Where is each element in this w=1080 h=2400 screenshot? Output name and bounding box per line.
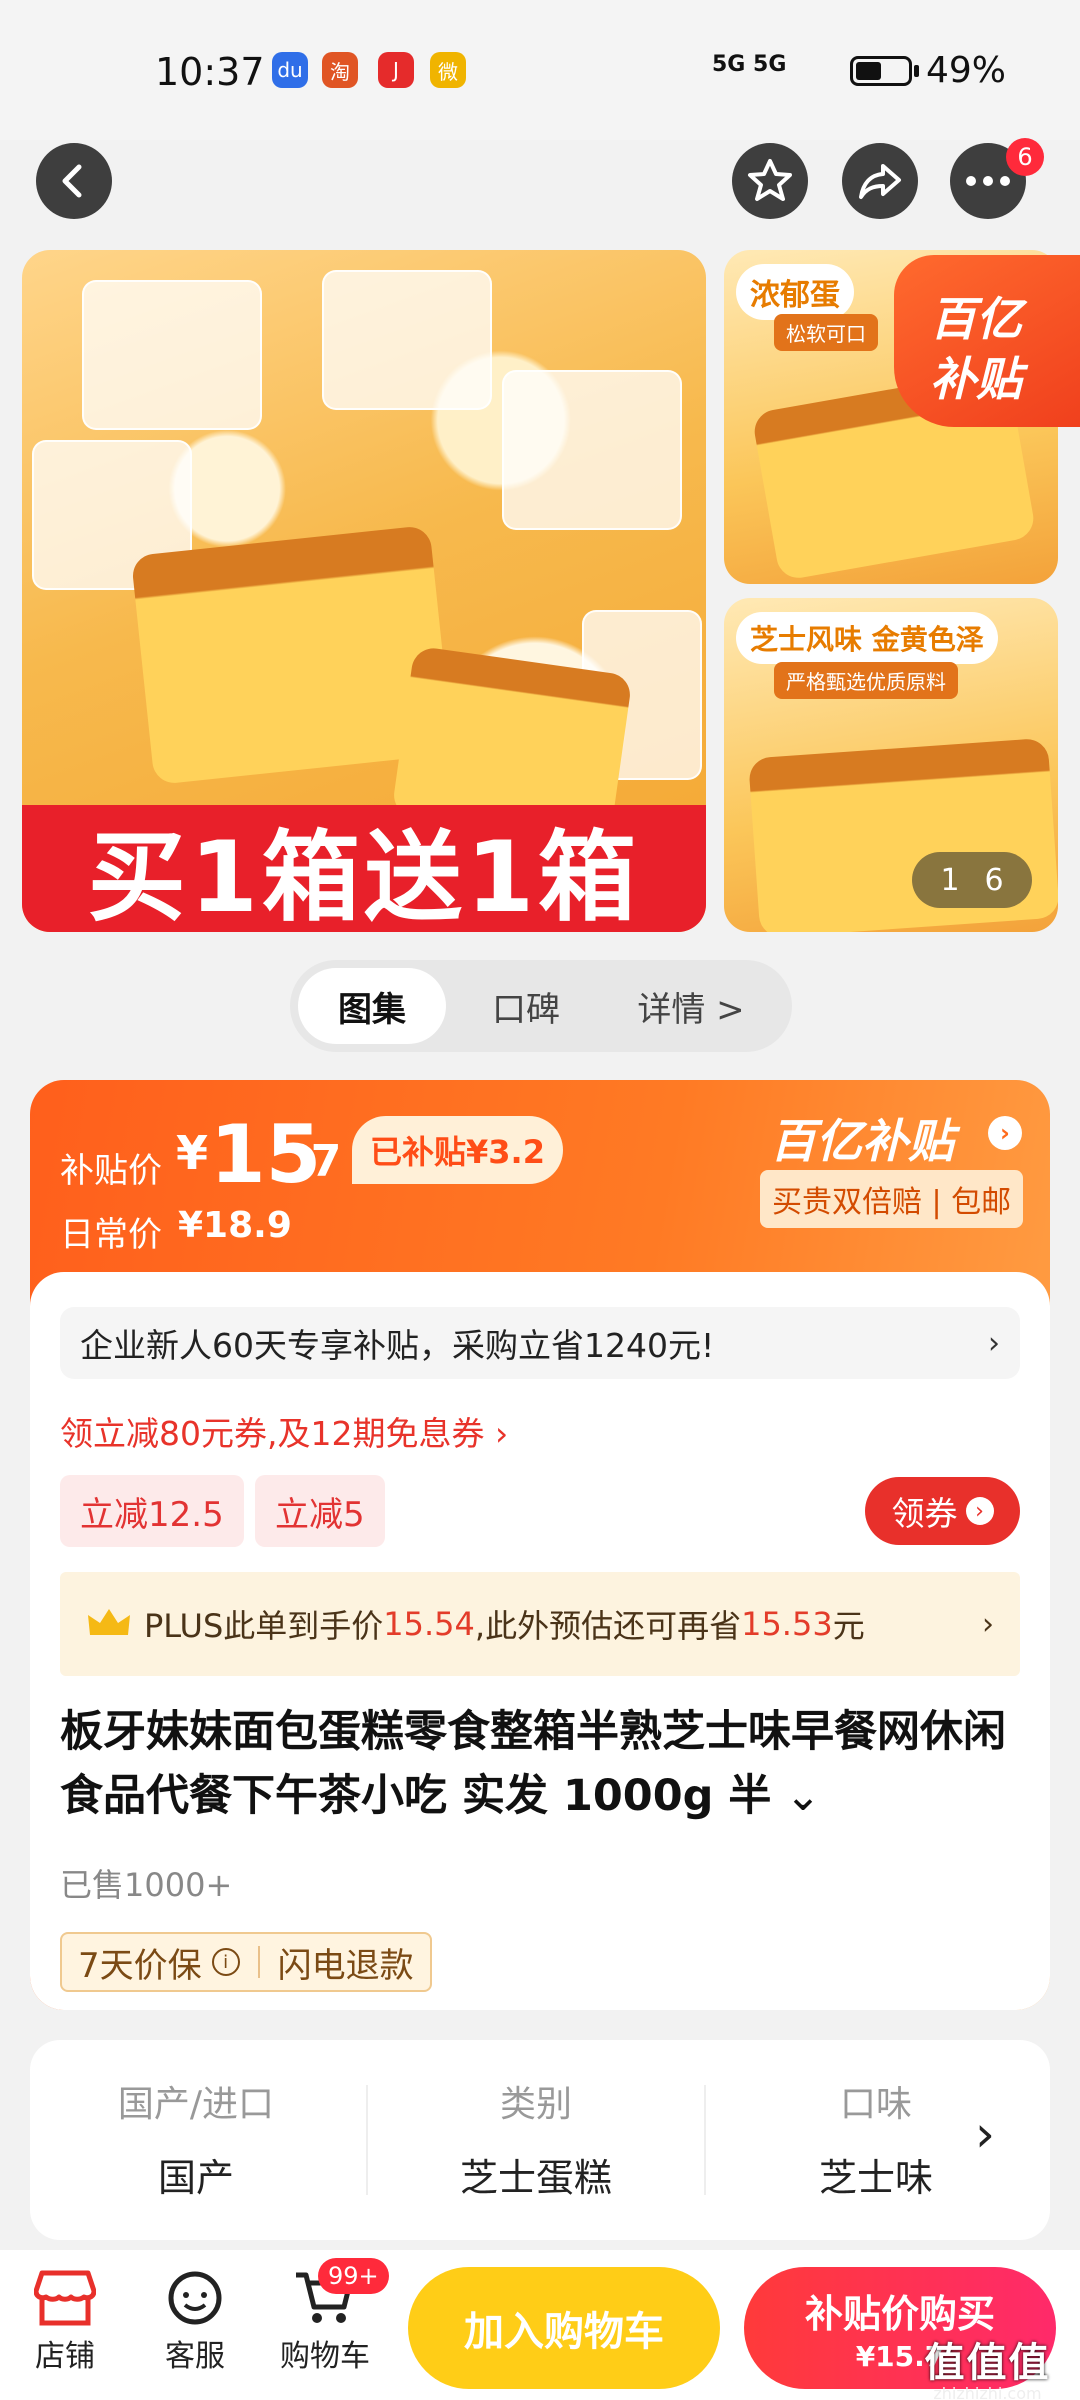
store-label: 店铺 (35, 2339, 95, 2374)
package-wrapper (502, 370, 682, 530)
main-product-image[interactable]: 买1箱送1箱 (22, 250, 706, 932)
add-to-cart-button[interactable]: 加入购物车 (408, 2267, 720, 2389)
divider (704, 2085, 706, 2195)
attribute-label: 类别 (499, 2084, 572, 2125)
package-wrapper (322, 270, 492, 410)
chevron-right-icon: › (982, 1606, 994, 1642)
discount-chip[interactable]: 立减12.5 (60, 1475, 244, 1547)
pager-current: 1 (940, 862, 960, 898)
daily-price-label: 日常价 (60, 1215, 162, 1255)
chevron-left-icon (62, 164, 82, 198)
get-coupon-label: 领券 (891, 1494, 958, 1533)
plus-prefix: PLUS此单到手价 (144, 1607, 384, 1645)
thumb-subtag: 松软可口 (774, 314, 878, 351)
thumb-tag: 浓郁蛋 (736, 264, 854, 320)
crown-icon (88, 1609, 130, 1635)
image-pager: 1 6 (912, 852, 1032, 908)
plus-suffix: 元 (832, 1607, 865, 1645)
discount-chip[interactable]: 立减5 (255, 1475, 385, 1547)
divider (257, 1946, 260, 1978)
chevron-right-icon: › (965, 1497, 994, 1525)
plus-middle: ,此外预估还可再省 (474, 1607, 742, 1645)
guarantee-tag: 买贵双倍赔 | 包邮 (760, 1170, 1024, 1228)
weibo-app-icon: 微 (430, 52, 466, 88)
pager-total: 6 (984, 862, 1004, 898)
promo-banner: 买1箱送1箱 (22, 805, 706, 932)
back-button[interactable] (36, 143, 112, 219)
chevron-right-icon: › (988, 1325, 1000, 1361)
chevron-right-icon[interactable]: › (975, 2105, 995, 2163)
service-label: 客服 (165, 2339, 225, 2374)
coupon-link[interactable]: 领立减80元券,及12期免息券 › (60, 1407, 508, 1455)
subsidy-badge: 百亿 补贴 (894, 255, 1080, 427)
product-title-text: 板牙妹妹面包蛋糕零食整箱半熟芝士味早餐网休闲食品代餐下午茶小吃 实发 1000g… (60, 1707, 1006, 1821)
content-tabs: 图集 口碑 详情 > (290, 960, 792, 1052)
info-icon[interactable]: i (211, 1948, 240, 1976)
jd-app-icon: J (378, 52, 414, 88)
divider (366, 2085, 368, 2195)
chevron-down-icon[interactable]: ⌄ (771, 1771, 821, 1821)
battery-tip (914, 65, 919, 77)
attribute-value: 国产 (157, 2156, 234, 2200)
price-decimal: .7 (294, 1136, 342, 1187)
cart-label: 购物车 (280, 2339, 370, 2374)
attribute-label: 国产/进口 (117, 2084, 275, 2125)
attribute-origin: 国产/进口 国产 (36, 2075, 356, 2202)
price-protect-tag: 7天价保 (78, 1945, 202, 1986)
tab-gallery[interactable]: 图集 (298, 968, 446, 1044)
fast-refund-tag: 闪电退款 (277, 1945, 414, 1986)
plus-price: 15.54 (383, 1605, 475, 1643)
subsidized-amount: 已补贴¥3.2 (352, 1116, 563, 1184)
thumb-tag: 芝士风味 金黄色泽 (736, 612, 998, 664)
more-icon (966, 176, 1010, 186)
message-badge: 6 (1006, 138, 1044, 176)
site-watermark: 值值值 zhizhizhi.com (900, 2330, 1075, 2400)
chevron-right-icon[interactable]: › (988, 1116, 1022, 1150)
subsidy-brand-logo[interactable]: 百亿补贴 (770, 1105, 954, 1171)
new-user-subsidy-row[interactable]: 企业新人60天专享补贴，采购立省1240元! › (60, 1307, 1020, 1379)
share-button[interactable] (842, 143, 918, 219)
battery-percent: 49% (926, 50, 1007, 91)
signal-icon: 5G 5G (712, 52, 787, 77)
share-icon (859, 164, 901, 199)
service-tags[interactable]: 7天价保 i 闪电退款 (60, 1932, 432, 1992)
new-user-text: 企业新人60天专享补贴，采购立省1240元! (80, 1326, 715, 1365)
sold-count: 已售1000+ (60, 1866, 233, 1904)
thumb-subtag: 严格甄选优质原料 (774, 662, 958, 699)
tab-details[interactable]: 详情 > (606, 968, 776, 1044)
subsidy-badge-line2: 补贴 (930, 352, 1022, 406)
price-label: 补贴价 (60, 1151, 162, 1191)
store-icon (34, 2270, 96, 2326)
customer-service-button[interactable]: 客服 (140, 2265, 250, 2375)
get-coupon-button[interactable]: 领券 › (865, 1477, 1020, 1545)
watermark-logo: 值值值 (924, 2340, 1051, 2386)
baidu-app-icon: du (272, 52, 308, 88)
cart-badge: 99+ (318, 2258, 389, 2294)
attribute-value: 芝士蛋糕 (459, 2156, 612, 2200)
subsidy-badge-line1: 百亿 (930, 292, 1022, 346)
status-time: 10:37 (155, 50, 265, 94)
package-wrapper (82, 280, 262, 430)
plus-save: 15.53 (741, 1605, 833, 1643)
battery-icon (850, 56, 912, 86)
daily-price: ¥18.9 (178, 1205, 292, 1246)
taobao-app-icon: 淘 (322, 52, 358, 88)
price-currency: ¥ (176, 1126, 209, 1180)
store-button[interactable]: 店铺 (10, 2265, 120, 2375)
attribute-category: 类别 芝士蛋糕 (376, 2075, 696, 2202)
chat-icon (168, 2271, 222, 2325)
favorite-button[interactable] (732, 143, 808, 219)
star-icon (748, 159, 792, 201)
tab-reviews[interactable]: 口碑 (446, 968, 606, 1044)
product-title[interactable]: 板牙妹妹面包蛋糕零食整箱半熟芝士味早餐网休闲食品代餐下午茶小吃 实发 1000g… (60, 1700, 1030, 1828)
plus-member-row[interactable]: PLUS此单到手价 15.54 ,此外预估还可再省 15.53 元 › (60, 1572, 1020, 1676)
